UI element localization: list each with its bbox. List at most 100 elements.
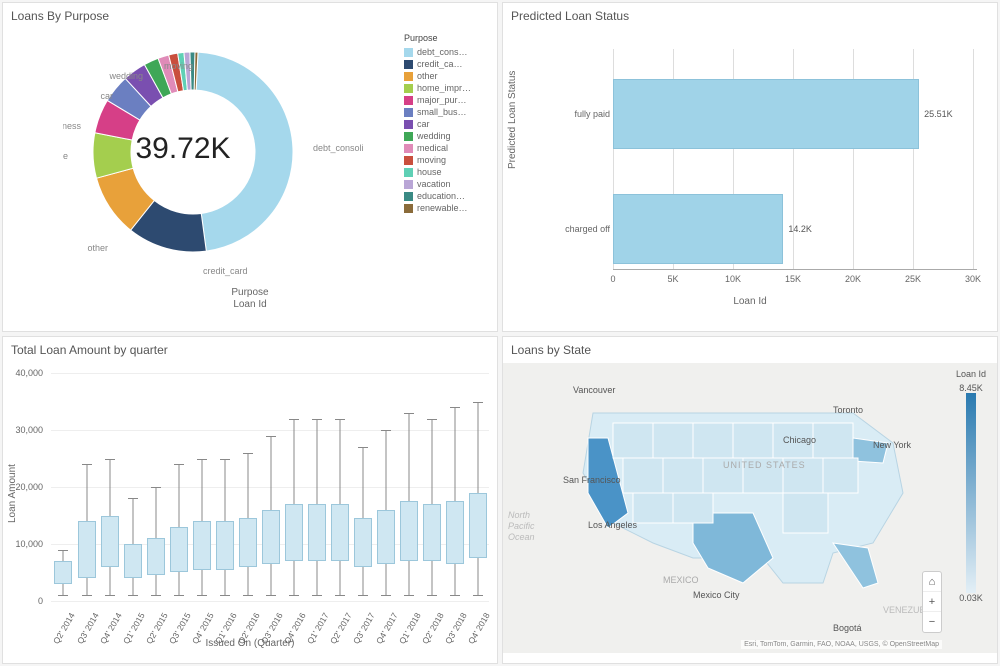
whisker-cap [473,595,483,596]
legend-item[interactable]: home_impr… [404,83,489,93]
whisker-cap [243,453,253,454]
bar-value-label: 14.2K [788,224,812,234]
legend-item[interactable]: renewable… [404,203,489,213]
city-bogota: Bogotá [833,623,862,633]
map-svg: Vancouver Toronto Chicago New York San F… [503,363,943,633]
city-la: Los Angeles [588,520,638,530]
legend-swatch [404,108,413,117]
whisker-cap [174,464,184,465]
donut-chart[interactable]: debt_consolidationcredit_cardotherhome_i… [3,29,497,289]
whisker-cap [58,550,68,551]
box-ylabel: Loan Amount [7,464,18,523]
bar-value-label: 25.51K [924,109,953,119]
whisker-cap [58,595,68,596]
donut-legend: Purpose debt_cons…credit_ca…otherhome_im… [404,33,489,215]
legend-item[interactable]: other [404,71,489,81]
label-us: UNITED STATES [723,460,806,470]
legend-swatch [404,144,413,153]
bar-xtick: 15K [785,274,801,284]
bar-xlabel: Loan Id [503,296,997,307]
box-Q4-2015[interactable] [193,373,211,601]
state-fl[interactable] [833,543,878,588]
legend-item[interactable]: wedding [404,131,489,141]
box-Q4-2016[interactable] [285,373,303,601]
whisker-cap [404,595,414,596]
map-zoom-in-button[interactable]: + [923,592,941,612]
bar-xtick: 30K [965,274,981,284]
box-Q3-2016[interactable] [262,373,280,601]
box-Q1-2018[interactable] [400,373,418,601]
city-chicago: Chicago [783,435,816,445]
box-body [331,504,349,561]
box-Q1-2016[interactable] [216,373,234,601]
legend-swatch [404,204,413,213]
bar-charged-off[interactable] [613,194,783,264]
donut-slice-label: debt_consolidation [313,143,363,153]
box-Q2-2015[interactable] [147,373,165,601]
legend-label: home_impr… [417,83,471,93]
box-chart[interactable]: Loan Amount Q2' 2014Q3' 2014Q4' 2014Q1' … [3,363,497,653]
legend-swatch [404,168,413,177]
city-newyork: New York [873,440,912,450]
whisker-cap [220,595,230,596]
legend-item[interactable]: debt_cons… [404,47,489,57]
bar-fully-paid[interactable] [613,79,919,149]
box-body [124,544,142,578]
box-Q3-2017[interactable] [354,373,372,601]
box-Q1-2017[interactable] [308,373,326,601]
legend-item[interactable]: major_pur… [404,95,489,105]
whisker-cap [289,419,299,420]
legend-item[interactable]: moving [404,155,489,165]
whisker-cap [128,595,138,596]
panel-title: Loans By Purpose [3,3,497,29]
whisker-cap [174,595,184,596]
map-gradient [966,393,976,593]
whisker-cap [197,595,207,596]
legend-label: debt_cons… [417,47,468,57]
legend-swatch [404,120,413,129]
box-ytick: 30,000 [3,425,43,435]
whisker-cap [427,595,437,596]
city-vancouver: Vancouver [573,385,615,395]
box-Q2-2014[interactable] [54,373,72,601]
whisker-cap [358,447,368,448]
box-Q1-2015[interactable] [124,373,142,601]
whisker-cap [151,595,161,596]
legend-item[interactable]: credit_ca… [404,59,489,69]
legend-item[interactable]: small_bus… [404,107,489,117]
legend-item[interactable]: house [404,167,489,177]
legend-item[interactable]: medical [404,143,489,153]
map-zoom-out-button[interactable]: − [923,612,941,632]
box-Q2-2016[interactable] [239,373,257,601]
whisker-cap [243,595,253,596]
bar-chart[interactable]: Predicted Loan Status 05K10K15K20K25K30K… [503,29,997,309]
gridline [51,601,489,602]
box-body [262,510,280,564]
box-Q3-2015[interactable] [170,373,188,601]
box-body [469,493,487,559]
box-body [239,518,257,566]
whisker-cap [450,595,460,596]
bar-xtick: 20K [845,274,861,284]
map-home-button[interactable]: ⌂ [923,572,941,592]
whisker-cap [82,595,92,596]
box-Q2-2018[interactable] [423,373,441,601]
box-body [308,504,326,561]
legend-item[interactable]: vacation [404,179,489,189]
box-Q4-2017[interactable] [377,373,395,601]
box-Q2-2017[interactable] [331,373,349,601]
box-Q4-2014[interactable] [101,373,119,601]
box-Q3-2018[interactable] [446,373,464,601]
legend-label: house [417,167,442,177]
whisker-cap [381,430,391,431]
box-ytick: 10,000 [3,539,43,549]
box-body [147,538,165,575]
legend-label: moving [417,155,446,165]
loans-by-state-panel: Loans by State [502,336,998,664]
legend-item[interactable]: education… [404,191,489,201]
legend-item[interactable]: car [404,119,489,129]
box-Q4-2018[interactable] [469,373,487,601]
map[interactable]: Vancouver Toronto Chicago New York San F… [503,363,997,653]
box-Q3-2014[interactable] [78,373,96,601]
legend-label: car [417,119,430,129]
